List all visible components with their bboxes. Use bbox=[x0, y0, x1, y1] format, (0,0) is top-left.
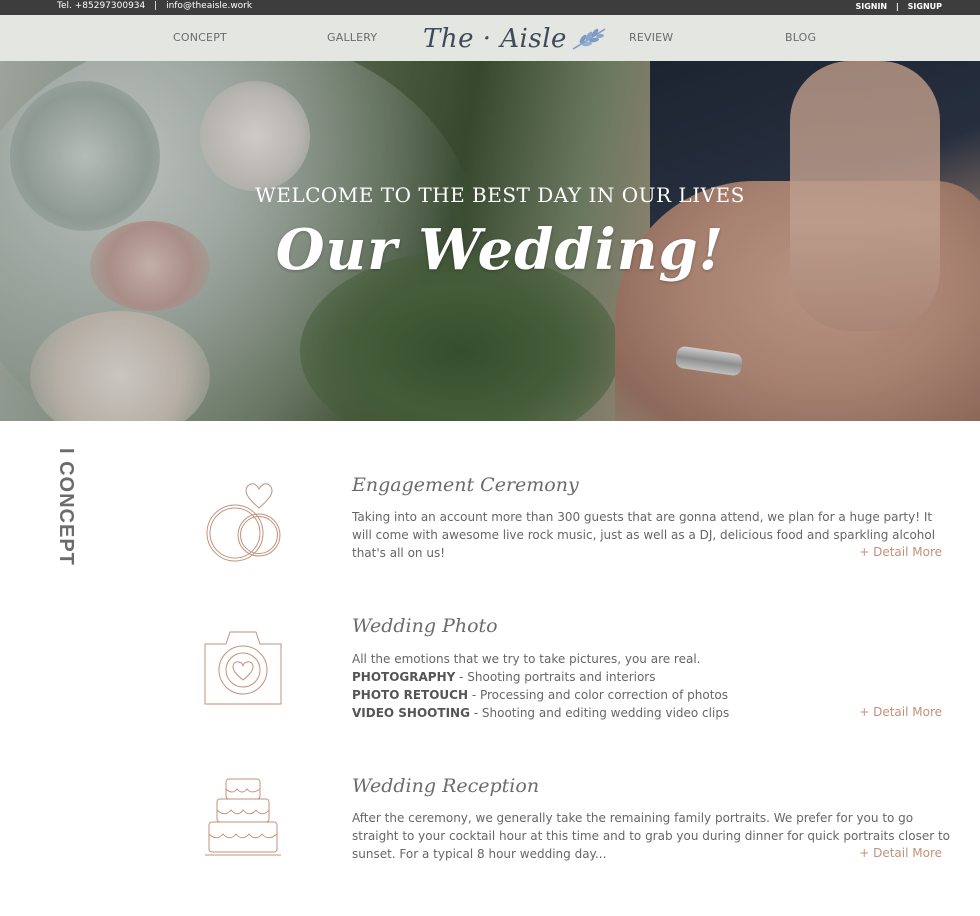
service-line: PHOTOGRAPHY - Shooting portraits and int… bbox=[352, 668, 952, 686]
detail-more-link[interactable]: + Detail More bbox=[859, 705, 942, 719]
item-intro: All the emotions that we try to take pic… bbox=[352, 652, 701, 666]
phone-number[interactable]: Tel. +85297300934 bbox=[57, 1, 145, 11]
detail-more-link[interactable]: + Detail More bbox=[859, 846, 942, 860]
detail-more-link[interactable]: + Detail More bbox=[859, 545, 942, 559]
signin-link[interactable]: SIGNIN bbox=[855, 2, 887, 11]
concept-label-text: I CONCEPT bbox=[55, 448, 77, 566]
signup-link[interactable]: SIGNUP bbox=[908, 2, 942, 11]
nav-item-concept[interactable]: CONCEPT bbox=[173, 31, 227, 44]
auth-links: SIGNIN | SIGNUP bbox=[855, 2, 942, 11]
main-nav: CONCEPT GALLERY The · Aisle REVIEW BLOG bbox=[0, 15, 980, 61]
top-bar: Tel. +85297300934 | info@theaisle.work S… bbox=[0, 0, 980, 15]
hero-subtitle: WELCOME TO THE BEST DAY IN OUR LIVES bbox=[255, 183, 745, 207]
service-label: VIDEO SHOOTING bbox=[352, 706, 470, 720]
service-label: PHOTO RETOUCH bbox=[352, 688, 469, 702]
leaf-icon bbox=[572, 28, 606, 50]
camera-heart-icon bbox=[204, 631, 282, 705]
hero-title: Our Wedding! bbox=[275, 217, 725, 283]
service-desc: - Shooting and editing wedding video cli… bbox=[469, 706, 730, 720]
service-line: PHOTO RETOUCH - Processing and color cor… bbox=[352, 686, 952, 704]
hero-banner: WELCOME TO THE BEST DAY IN OUR LIVES Our… bbox=[0, 61, 980, 421]
contact-info: Tel. +85297300934 | info@theaisle.work bbox=[57, 1, 252, 11]
item-heading: Wedding Reception bbox=[352, 775, 540, 797]
separator: | bbox=[154, 1, 158, 11]
nav-item-gallery[interactable]: GALLERY bbox=[327, 31, 377, 44]
email-address[interactable]: info@theaisle.work bbox=[166, 1, 252, 11]
wedding-cake-icon bbox=[205, 778, 281, 856]
service-label: PHOTOGRAPHY bbox=[352, 670, 456, 684]
logo-text: The · Aisle bbox=[423, 24, 567, 54]
site-logo[interactable]: The · Aisle bbox=[423, 19, 607, 59]
rings-heart-icon bbox=[206, 483, 281, 562]
item-heading: Wedding Photo bbox=[352, 615, 498, 637]
service-desc: - Shooting portraits and interiors bbox=[455, 670, 656, 684]
separator: | bbox=[895, 2, 899, 11]
nav-item-blog[interactable]: BLOG bbox=[785, 31, 816, 44]
nav-item-review[interactable]: REVIEW bbox=[629, 31, 673, 44]
service-desc: - Processing and color correction of pho… bbox=[468, 688, 728, 702]
concept-section-label: I CONCEPT bbox=[53, 448, 77, 588]
item-heading: Engagement Ceremony bbox=[352, 474, 579, 496]
